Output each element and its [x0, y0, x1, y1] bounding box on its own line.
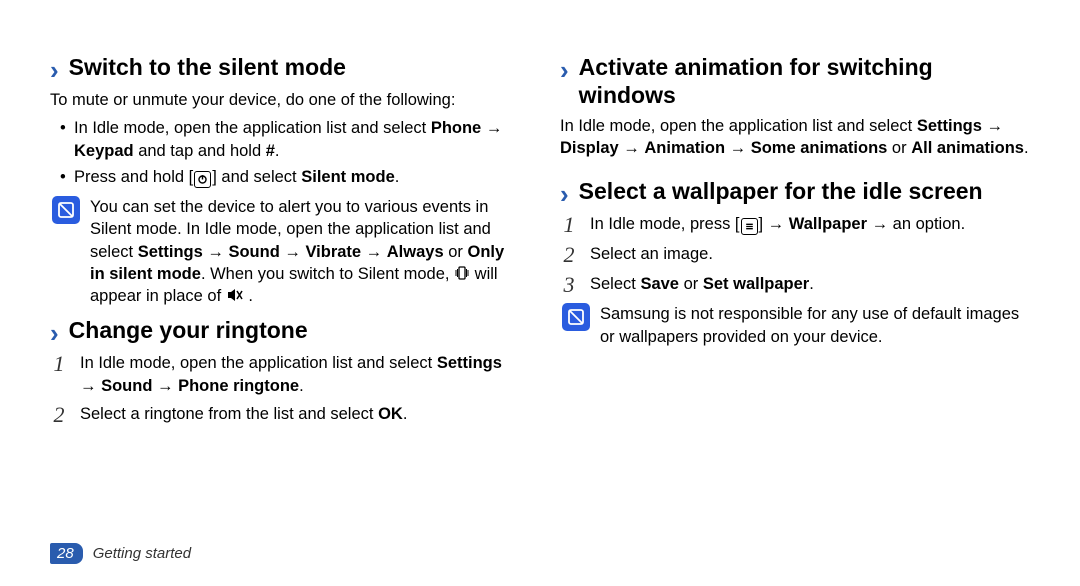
- heading-text: Select a wallpaper for the idle screen: [579, 178, 983, 206]
- step-text: Select a ringtone from the list and sele…: [80, 403, 407, 427]
- right-column: › Activate animation for switching windo…: [560, 50, 1030, 433]
- step-text: Select an image.: [590, 243, 713, 267]
- step-number: 3: [560, 273, 578, 297]
- heading-activate-animation: › Activate animation for switching windo…: [560, 54, 1030, 109]
- heading-text: Change your ringtone: [69, 317, 308, 345]
- chevron-icon: ›: [50, 320, 59, 346]
- step-number: 1: [50, 352, 68, 397]
- step-text: Select Save or Set wallpaper.: [590, 273, 814, 297]
- list-item: 2 Select an image.: [560, 243, 1030, 267]
- heading-text: Switch to the silent mode: [69, 54, 346, 82]
- menu-icon: [741, 218, 758, 235]
- heading-text: Activate animation for switching windows: [579, 54, 1030, 109]
- bullet-item: Press and hold [ ] and select Silent mod…: [60, 166, 520, 188]
- bullet-item: In Idle mode, open the application list …: [60, 117, 520, 162]
- chevron-icon: ›: [560, 57, 569, 83]
- numbered-list: 1 In Idle mode, press [ ] → Wallpaper → …: [560, 213, 1030, 298]
- intro-text: To mute or unmute your device, do one of…: [50, 89, 520, 111]
- step-text: In Idle mode, press [ ] → Wallpaper → an…: [590, 213, 965, 237]
- page-footer: 28 Getting started: [50, 543, 191, 564]
- bullet-list: In Idle mode, open the application list …: [60, 117, 520, 188]
- note-text: You can set the device to alert you to v…: [90, 196, 520, 307]
- page-number: 28: [50, 543, 83, 564]
- chevron-icon: ›: [50, 57, 59, 83]
- heading-silent-mode: › Switch to the silent mode: [50, 54, 520, 83]
- chevron-icon: ›: [560, 181, 569, 207]
- list-item: 1 In Idle mode, open the application lis…: [50, 352, 520, 397]
- vibrate-phone-icon: [454, 265, 470, 281]
- step-text: In Idle mode, open the application list …: [80, 352, 520, 397]
- note-box: Samsung is not responsible for any use o…: [562, 303, 1030, 348]
- note-box: You can set the device to alert you to v…: [52, 196, 520, 307]
- speaker-mute-icon: [226, 286, 244, 304]
- chapter-name: Getting started: [93, 545, 191, 562]
- heading-select-wallpaper: › Select a wallpaper for the idle screen: [560, 178, 1030, 207]
- list-item: 1 In Idle mode, press [ ] → Wallpaper → …: [560, 213, 1030, 237]
- step-number: 2: [50, 403, 68, 427]
- note-icon: [562, 303, 590, 331]
- heading-change-ringtone: › Change your ringtone: [50, 317, 520, 346]
- note-text: Samsung is not responsible for any use o…: [600, 303, 1030, 348]
- note-icon: [52, 196, 80, 224]
- animation-text: In Idle mode, open the application list …: [560, 115, 1030, 160]
- step-number: 1: [560, 213, 578, 237]
- left-column: › Switch to the silent mode To mute or u…: [50, 50, 520, 433]
- list-item: 3 Select Save or Set wallpaper.: [560, 273, 1030, 297]
- step-number: 2: [560, 243, 578, 267]
- numbered-list: 1 In Idle mode, open the application lis…: [50, 352, 520, 427]
- list-item: 2 Select a ringtone from the list and se…: [50, 403, 520, 427]
- power-icon: [194, 171, 211, 188]
